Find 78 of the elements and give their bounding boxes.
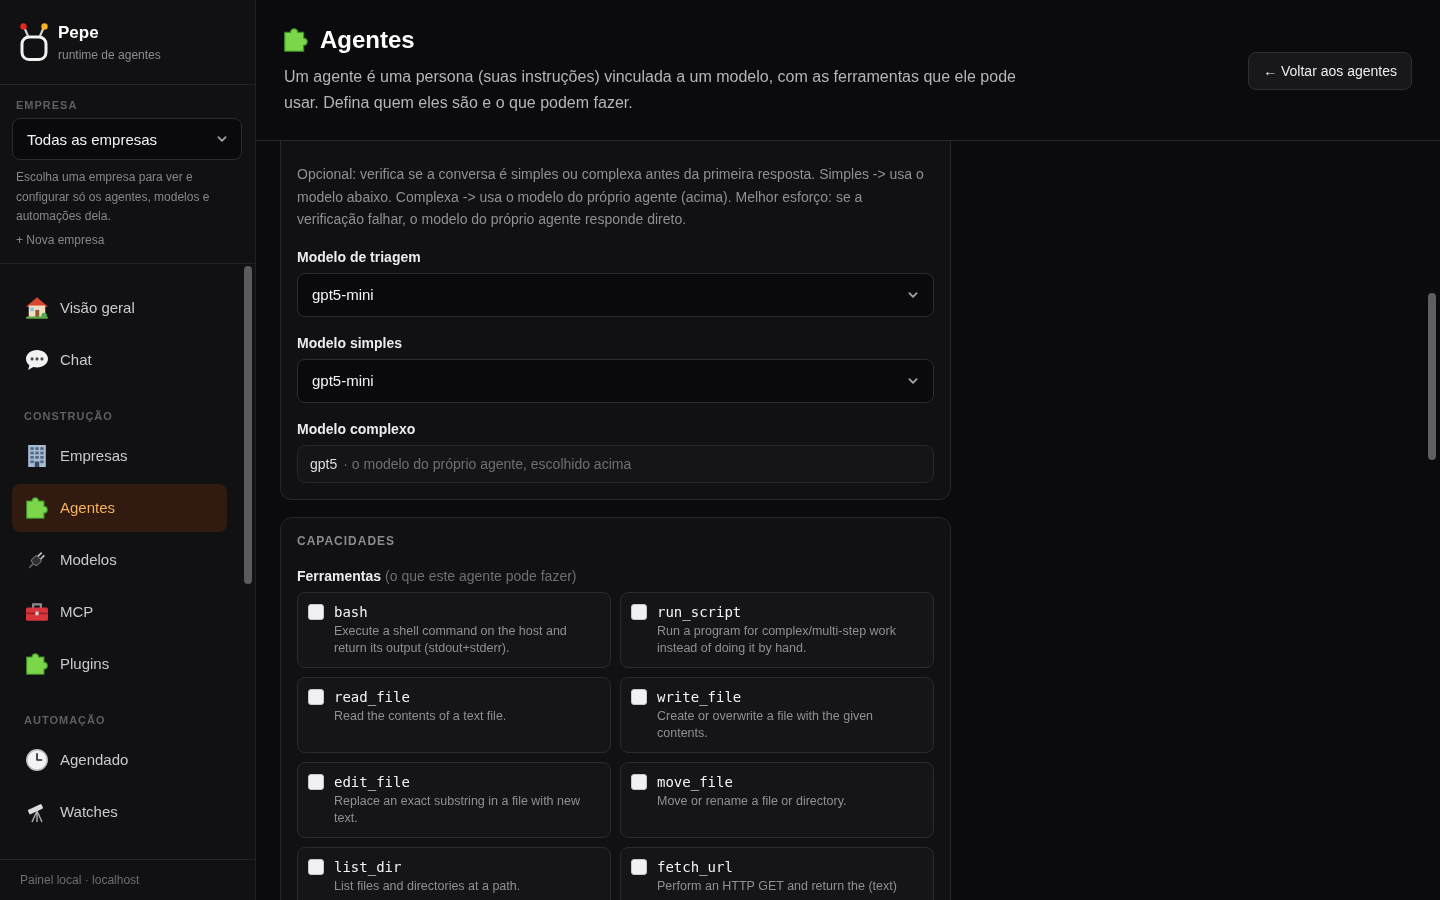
checkbox[interactable]	[631, 858, 647, 875]
tool-name: list_dir	[334, 857, 403, 877]
tool-name: read_file	[334, 687, 411, 707]
checkbox[interactable]	[308, 688, 324, 705]
tool-name: edit_file	[334, 772, 411, 792]
tool-description: Execute a shell command on the host and return its output (stdout+stderr).	[334, 622, 568, 657]
puzzle-piece-icon	[26, 496, 48, 519]
page-description: Um agente é uma persona (suas instruções) vinculada a um modelo, com as ferramentas que ele pode usar. Defina quem eles são e o que podem fazer.	[284, 67, 1017, 113]
back-button[interactable]: ← Voltar aos agentes	[1248, 52, 1412, 90]
tool-name: run_script	[657, 602, 743, 622]
model-select[interactable]: gpt5-mini	[297, 272, 934, 317]
toolbox-icon	[26, 600, 48, 623]
nav-item[interactable]: Agentes	[12, 483, 227, 532]
tool-card[interactable]: fetch_url Perform an HTTP GET and return the (text)	[620, 846, 934, 900]
field-note: · o modelo do próprio agente, escolhido acima	[343, 455, 632, 472]
nav-item[interactable]: Agendado	[12, 735, 227, 784]
chevron-down-icon	[908, 377, 918, 384]
tool-name: write_file	[657, 687, 743, 707]
tools-label: Ferramentas	[297, 566, 382, 585]
tool-description: Move or rename a file or directory.	[657, 792, 847, 810]
checkbox[interactable]	[631, 688, 647, 705]
tool-card[interactable]: move_file Move or rename a file or directory.	[620, 761, 934, 838]
scrollbar-thumb[interactable]	[1428, 293, 1436, 460]
nav-item[interactable]: Chat	[12, 335, 227, 384]
nav-section-title: AUTOMAÇÃO	[24, 712, 107, 728]
company-select[interactable]: Todas as empresas	[12, 118, 242, 160]
tools-hint: (o que este agente pode fazer)	[385, 566, 577, 585]
tool-description: Replace an exact substring in a file with new text.	[334, 792, 581, 827]
checkbox[interactable]	[631, 773, 647, 790]
nav-item[interactable]: Empresas	[12, 431, 227, 480]
scrollbar-thumb[interactable]	[244, 266, 252, 584]
tool-card[interactable]: bash Execute a shell command on the host and return its output (stdout+stderr).	[297, 591, 611, 668]
tool-name: fetch_url	[657, 857, 734, 877]
tool-description: Run a program for complex/multi-step work instead of doing it by hand.	[657, 622, 897, 657]
tool-card[interactable]: run_script Run a program for complex/multi-step work instead of doing it by hand.	[620, 591, 934, 668]
nav-item[interactable]: Modelos	[12, 535, 227, 584]
puzzle-piece-icon	[284, 28, 308, 52]
tool-description: List files and directories at a path.	[334, 877, 521, 895]
checkbox[interactable]	[308, 858, 324, 875]
clock-icon	[26, 748, 48, 771]
tool-card[interactable]: edit_file Replace an exact substring in a file with new text.	[297, 761, 611, 838]
field-label: Modelo de triagem	[297, 247, 422, 266]
checkbox[interactable]	[308, 773, 324, 790]
tool-name: move_file	[657, 772, 734, 792]
nav-item[interactable]: Watches	[12, 787, 227, 836]
tool-description: Perform an HTTP GET and return the (text)	[657, 877, 897, 895]
page-title: Agentes	[320, 26, 415, 54]
chevron-down-icon	[217, 136, 227, 142]
checkbox[interactable]	[308, 603, 324, 620]
tool-card[interactable]: write_file Create or overwrite a file with the given contents.	[620, 676, 934, 753]
puzzle-piece-icon	[26, 652, 48, 675]
field-value: gpt5	[310, 455, 338, 472]
chevron-down-icon	[908, 291, 918, 298]
house-icon	[26, 296, 48, 319]
field-label: Modelo complexo	[297, 419, 417, 438]
checkbox[interactable]	[631, 603, 647, 620]
section-title: CAPACIDADES	[297, 532, 397, 549]
nav-item[interactable]: Plugins	[12, 639, 227, 688]
model-select[interactable]: gpt5-mini	[297, 358, 934, 403]
brand-subtitle: runtime de agentes	[58, 46, 161, 63]
tool-description: Read the contents of a text file.	[334, 707, 507, 725]
brand-name: Pepe	[58, 21, 100, 44]
field-label: Modelo simples	[297, 333, 404, 352]
help-text: Escolha uma empresa para ver e configurar só os agentes, modelos e automações dela.	[16, 169, 211, 225]
tool-description: Create or overwrite a file with the given contents.	[657, 707, 875, 742]
speech-bubble-icon	[26, 348, 48, 371]
footer-text: Painel local · localhost	[20, 873, 140, 887]
logo-icon	[19, 23, 49, 61]
tool-name: bash	[334, 602, 369, 622]
nav-item[interactable]: Visão geral	[12, 283, 227, 332]
section-label: EMPRESA	[16, 98, 79, 112]
nav-item[interactable]: MCP	[12, 587, 227, 636]
tool-card[interactable]: list_dir List files and directories at a path.	[297, 846, 611, 900]
nav-section-title: CONSTRUÇÃO	[24, 408, 114, 424]
tool-card[interactable]: read_file Read the contents of a text file.	[297, 676, 611, 753]
routing-description: Opcional: verifica se a conversa é simples ou complexa antes da primeira resposta. Simples -> usa o modelo abaixo. Complexa -> usa o modelo do próprio agente (acima). Melhor esforço: se a verificação falhar, o modelo do próprio agente responde direto.	[297, 165, 925, 229]
building-icon	[26, 444, 48, 467]
new-company-link[interactable]: + Nova empresa	[16, 231, 105, 248]
